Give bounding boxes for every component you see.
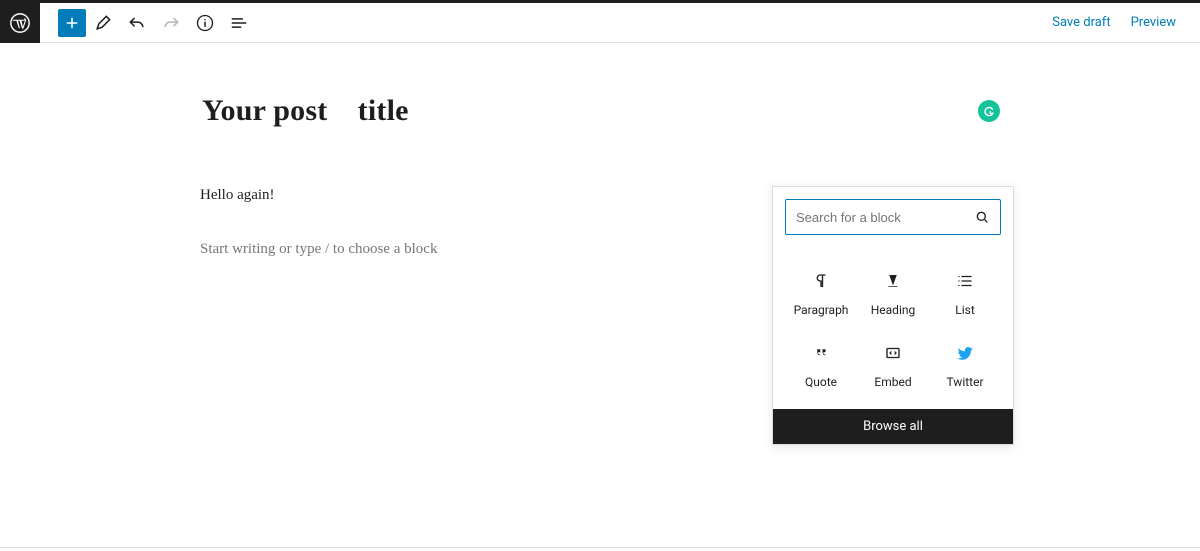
pencil-icon [93, 13, 113, 33]
block-item-label: List [955, 303, 975, 317]
info-icon [195, 13, 215, 33]
inserter-search [773, 187, 1013, 247]
search-input[interactable] [796, 210, 974, 225]
preview-button[interactable]: Preview [1121, 5, 1186, 40]
block-item-quote[interactable]: Quote [785, 339, 857, 389]
block-item-embed[interactable]: Embed [857, 339, 929, 389]
editor-toolbar: Save draft Preview [0, 3, 1200, 43]
editor-canvas: Your post title Hello again! Start writi… [0, 43, 1200, 548]
inserter-grid: Paragraph Heading List [773, 247, 1013, 409]
block-item-label: Paragraph [794, 303, 849, 317]
toolbar-left [0, 3, 256, 43]
list-icon [951, 267, 979, 295]
paragraph-icon [807, 267, 835, 295]
wordpress-icon [9, 12, 31, 34]
block-item-label: Embed [874, 375, 911, 389]
list-view-icon [229, 13, 249, 33]
outline-button[interactable] [222, 3, 256, 43]
grammarly-icon [982, 104, 996, 118]
block-item-twitter[interactable]: Twitter [929, 339, 1001, 389]
undo-button[interactable] [120, 3, 154, 43]
twitter-icon [951, 339, 979, 367]
browse-all-button[interactable]: Browse all [773, 409, 1013, 444]
post-title[interactable]: Your post title [202, 93, 409, 129]
toolbar-right: Save draft Preview [1042, 5, 1200, 40]
block-item-paragraph[interactable]: Paragraph [785, 267, 857, 317]
title-row: Your post title [200, 93, 1000, 129]
block-item-list[interactable]: List [929, 267, 1001, 317]
inserter-search-field[interactable] [785, 199, 1001, 235]
details-button[interactable] [188, 3, 222, 43]
heading-icon [879, 267, 907, 295]
edit-tool-button[interactable] [86, 3, 120, 43]
block-item-label: Quote [805, 375, 837, 389]
quote-icon [807, 339, 835, 367]
block-item-heading[interactable]: Heading [857, 267, 929, 317]
post-editor: Your post title Hello again! Start writi… [200, 43, 1000, 260]
admin-bar-accent: Save draft Preview [0, 0, 1200, 43]
plus-icon [63, 14, 81, 32]
search-icon [974, 209, 990, 225]
undo-icon [127, 13, 147, 33]
grammarly-badge[interactable] [978, 100, 1000, 122]
block-inserter-popover: Paragraph Heading List [772, 186, 1014, 445]
block-item-label: Heading [871, 303, 916, 317]
block-inserter-toggle[interactable] [58, 9, 86, 37]
redo-icon [161, 13, 181, 33]
save-draft-button[interactable]: Save draft [1042, 5, 1120, 40]
block-item-label: Twitter [946, 375, 983, 389]
embed-icon [879, 339, 907, 367]
wordpress-logo[interactable] [0, 3, 40, 43]
redo-button [154, 3, 188, 43]
